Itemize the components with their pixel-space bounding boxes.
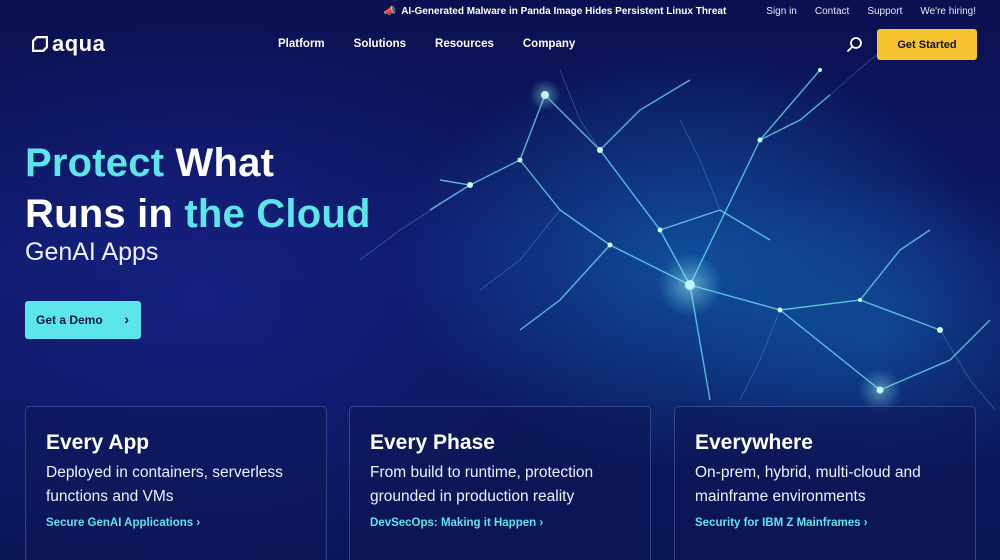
- hero-title-part-3: Runs in: [25, 192, 185, 236]
- nav-item-company[interactable]: Company: [523, 38, 575, 50]
- logo-text: aqua: [52, 31, 106, 56]
- main-navigation: aqua Platform Solutions Resources Compan…: [0, 28, 1000, 62]
- get-demo-button[interactable]: Get a Demo ›: [25, 301, 141, 339]
- nav-item-resources[interactable]: Resources: [435, 38, 494, 50]
- news-headline-text: AI-Generated Malware in Panda Image Hide…: [401, 5, 727, 17]
- card-link-ibm-z[interactable]: Security for IBM Z Mainframes ›: [695, 517, 868, 529]
- signin-link[interactable]: Sign in: [766, 6, 797, 17]
- card-title: Every Phase: [370, 431, 495, 454]
- get-started-button[interactable]: Get Started: [877, 29, 977, 60]
- feature-card-everywhere: Everywhere On-prem, hybrid, multi-cloud …: [674, 406, 976, 560]
- card-text: Deployed in containers, serverless funct…: [46, 464, 283, 505]
- card-link-secure-genai[interactable]: Secure GenAI Applications ›: [46, 517, 200, 529]
- nav-menu: Platform Solutions Resources Company: [278, 38, 604, 50]
- feature-card-every-app: Every App Deployed in containers, server…: [25, 406, 327, 560]
- search-icon[interactable]: [846, 36, 864, 54]
- hero-title-accent-2: the Cloud: [184, 192, 371, 236]
- hero-section: Protect What Runs in the Cloud GenAI App…: [25, 138, 371, 267]
- get-demo-label: Get a Demo: [36, 313, 103, 327]
- logo-mark-icon: [32, 36, 48, 52]
- card-text: From build to runtime, protection ground…: [370, 464, 594, 505]
- nav-item-platform[interactable]: Platform: [278, 38, 325, 50]
- feature-card-every-phase: Every Phase From build to runtime, prote…: [349, 406, 651, 560]
- contact-link[interactable]: Contact: [815, 6, 849, 17]
- hero-subtitle: GenAI Apps: [25, 238, 159, 266]
- card-title: Everywhere: [695, 431, 813, 454]
- megaphone-icon: 📣: [383, 5, 397, 17]
- hiring-link[interactable]: We're hiring!: [920, 6, 976, 17]
- chevron-right-icon: ›: [124, 311, 129, 327]
- card-title: Every App: [46, 431, 150, 454]
- hero-title: Protect What Runs in the Cloud: [25, 138, 371, 240]
- hero-title-part-2: What: [164, 141, 275, 185]
- hero-title-accent-1: Protect: [25, 141, 165, 185]
- support-link[interactable]: Support: [867, 6, 902, 17]
- card-link-devsecops[interactable]: DevSecOps: Making it Happen ›: [370, 517, 543, 529]
- announcement-bar: 📣 AI-Generated Malware in Panda Image Hi…: [0, 0, 1000, 22]
- card-text: On-prem, hybrid, multi-cloud and mainfra…: [695, 464, 921, 505]
- news-headline[interactable]: 📣 AI-Generated Malware in Panda Image Hi…: [384, 6, 727, 17]
- aqua-logo[interactable]: aqua: [32, 33, 105, 55]
- nav-item-solutions[interactable]: Solutions: [354, 38, 406, 50]
